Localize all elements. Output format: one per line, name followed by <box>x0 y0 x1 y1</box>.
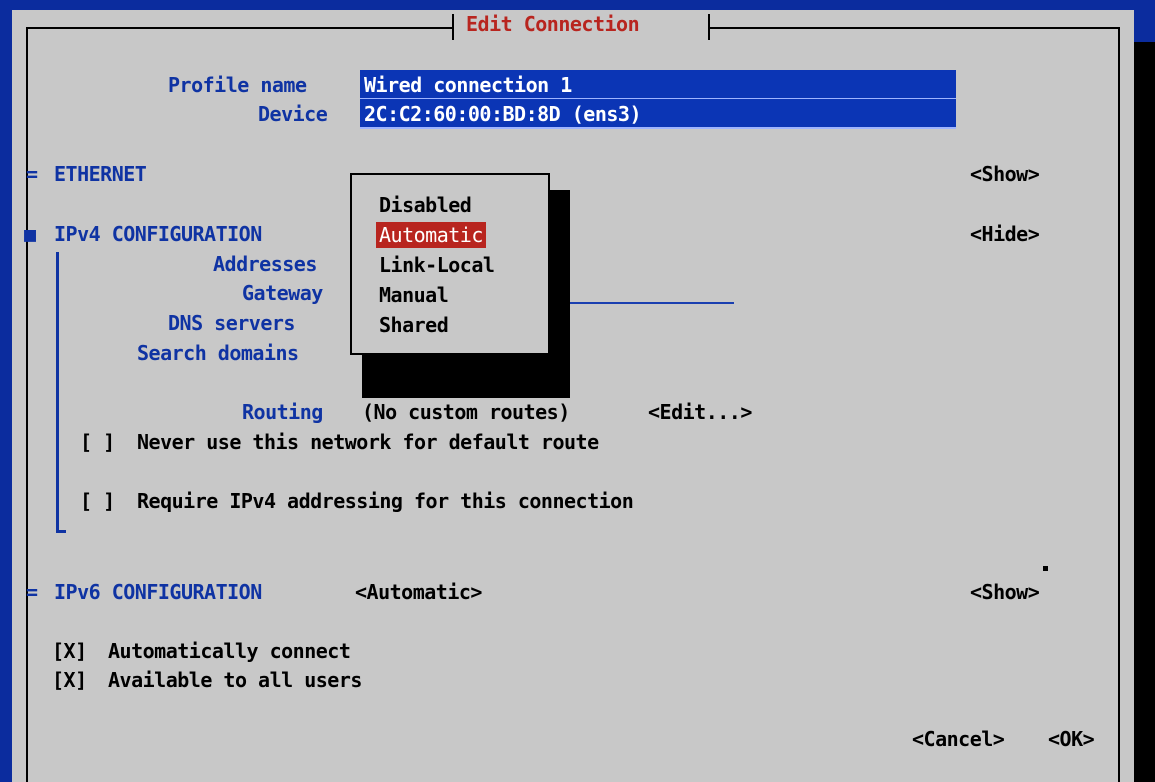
dns-servers-label: DNS servers <box>168 311 295 335</box>
ipv4-section-bracket-foot <box>56 530 66 533</box>
addresses-label: Addresses <box>213 252 317 276</box>
routing-label: Routing <box>242 400 323 424</box>
ethernet-section-label: ETHERNET <box>54 162 147 186</box>
search-domains-label: Search domains <box>137 341 299 365</box>
never-default-label: Never use this network for default route <box>137 430 599 454</box>
device-field[interactable]: 2C:C2:60:00:BD:8D (ens3) <box>360 99 956 129</box>
profile-name-label: Profile name <box>168 73 307 97</box>
ipv4-marker: ■ <box>24 222 36 246</box>
require-ipv4-checkbox[interactable]: [ ] <box>80 488 115 514</box>
require-ipv4-label: Require IPv4 addressing for this connect… <box>137 489 634 513</box>
dialog-shadow <box>1134 42 1155 782</box>
option-link-local[interactable]: Link-Local <box>376 252 497 278</box>
frame-top-left <box>26 27 452 29</box>
dialog-title: Edit Connection <box>466 12 640 36</box>
routing-value: (No custom routes) <box>362 400 570 424</box>
profile-name-field[interactable]: Wired connection 1 <box>360 70 956 100</box>
option-shared[interactable]: Shared <box>376 312 451 338</box>
cancel-button[interactable]: <Cancel> <box>912 726 1005 752</box>
ipv6-section-label: IPv6 CONFIGURATION <box>54 580 262 604</box>
ipv6-method-button[interactable]: <Automatic> <box>355 579 482 605</box>
title-bracket-left <box>452 14 454 40</box>
frame-top-right <box>710 27 1120 29</box>
ipv4-section-bracket <box>56 252 59 532</box>
device-label: Device <box>258 102 328 126</box>
ipv4-hide-button[interactable]: <Hide> <box>970 221 1040 247</box>
ipv4-method-popup[interactable]: Disabled Automatic Link-Local Manual Sha… <box>350 173 550 355</box>
ok-button[interactable]: <OK> <box>1048 726 1095 752</box>
terminal-screen: Edit Connection Profile name Wired conne… <box>0 0 1155 782</box>
ipv6-show-button[interactable]: <Show> <box>970 579 1040 605</box>
ethernet-show-button[interactable]: <Show> <box>970 161 1040 187</box>
all-users-checkbox[interactable]: [X] <box>52 667 87 693</box>
ethernet-marker: = <box>26 162 38 186</box>
frame-right <box>1118 27 1120 782</box>
gateway-label: Gateway <box>242 281 323 305</box>
cursor-dot <box>1043 566 1048 571</box>
option-disabled[interactable]: Disabled <box>376 192 474 218</box>
title-bracket-right <box>708 14 710 40</box>
never-default-checkbox[interactable]: [ ] <box>80 429 115 455</box>
frame-left <box>26 27 28 782</box>
ipv6-marker: = <box>26 580 38 604</box>
option-manual[interactable]: Manual <box>376 282 451 308</box>
auto-connect-label: Automatically connect <box>108 639 351 663</box>
ipv4-section-label: IPv4 CONFIGURATION <box>54 222 262 246</box>
auto-connect-checkbox[interactable]: [X] <box>52 638 87 664</box>
all-users-label: Available to all users <box>108 668 362 692</box>
routing-edit-button[interactable]: <Edit...> <box>648 399 752 425</box>
option-automatic[interactable]: Automatic <box>376 222 486 248</box>
